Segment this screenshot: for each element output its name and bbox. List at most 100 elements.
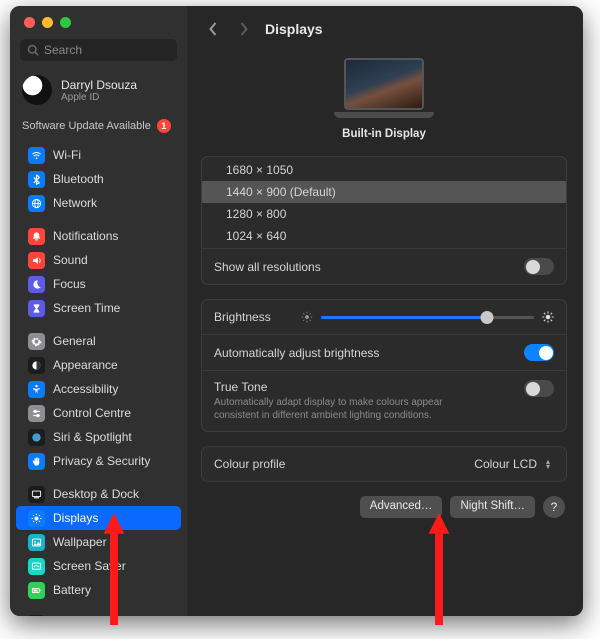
settings-window: Search Darryl Dsouza Apple ID Software U… — [10, 6, 583, 616]
account-name: Darryl Dsouza — [61, 78, 137, 92]
sidebar-item-siri-spotlight[interactable]: Siri & Spotlight — [16, 425, 181, 449]
accessibility-icon — [28, 381, 45, 398]
sidebar-item-label: Wallpaper — [53, 535, 107, 550]
sidebar-item-label: Screen Saver — [53, 559, 126, 574]
brightness-label: Brightness — [214, 310, 271, 324]
speaker-icon — [28, 252, 45, 269]
sidebar-item-screen-saver[interactable]: Screen Saver — [16, 554, 181, 578]
sidebar-item-network[interactable]: Network — [16, 191, 181, 215]
sidebar-item-appearance[interactable]: Appearance — [16, 353, 181, 377]
colour-profile-panel: Colour profile Colour LCD ▴▾ — [201, 446, 567, 482]
sidebar-item-label: Desktop & Dock — [53, 487, 139, 502]
colour-profile-label: Colour profile — [214, 457, 285, 471]
gear-icon — [28, 333, 45, 350]
resolution-option[interactable]: 1280 × 800 — [202, 203, 566, 225]
footer: Advanced… Night Shift… ? — [201, 482, 567, 518]
back-button[interactable] — [201, 17, 225, 41]
sidebar-item-wallpaper[interactable]: Wallpaper — [16, 530, 181, 554]
main-panel: Displays Built-in Display 1680 × 1050144… — [187, 6, 583, 616]
sidebar-item-label: Siri & Spotlight — [53, 430, 132, 445]
hourglass-icon — [28, 300, 45, 317]
night-shift-button[interactable]: Night Shift… — [450, 496, 535, 518]
sidebar-item-label: Network — [53, 196, 97, 211]
auto-brightness-toggle[interactable] — [524, 344, 554, 361]
sidebar-item-notifications[interactable]: Notifications — [16, 224, 181, 248]
sidebar-item-label: Lock Screen — [53, 616, 120, 617]
sliders-icon — [28, 405, 45, 422]
colour-profile-select[interactable]: Colour LCD ▴▾ — [474, 457, 554, 471]
software-update-row[interactable]: Software Update Available 1 — [10, 115, 187, 143]
bluetooth-icon — [28, 171, 45, 188]
sidebar: Search Darryl Dsouza Apple ID Software U… — [10, 6, 187, 616]
account-sub: Apple ID — [61, 92, 137, 103]
show-all-resolutions-row: Show all resolutions — [202, 248, 566, 284]
sidebar-item-label: Sound — [53, 253, 88, 268]
search-placeholder: Search — [44, 43, 82, 57]
sidebar-item-label: Screen Time — [53, 301, 120, 316]
colour-profile-value: Colour LCD — [474, 457, 537, 471]
resolution-list[interactable]: 1680 × 10501440 × 900 (Default)1280 × 80… — [202, 157, 566, 248]
sidebar-item-accessibility[interactable]: Accessibility — [16, 377, 181, 401]
laptop-icon — [334, 58, 434, 122]
sidebar-item-bluetooth[interactable]: Bluetooth — [16, 167, 181, 191]
sidebar-item-focus[interactable]: Focus — [16, 272, 181, 296]
sidebar-item-battery[interactable]: Battery — [16, 578, 181, 602]
sidebar-item-screen-time[interactable]: Screen Time — [16, 296, 181, 320]
resolution-option[interactable]: 1680 × 1050 — [202, 159, 566, 181]
titlebar: Displays — [201, 6, 567, 52]
sun-dim-icon — [301, 311, 313, 323]
bell-icon — [28, 228, 45, 245]
resolution-option[interactable]: 1024 × 640 — [202, 225, 566, 247]
sidebar-item-label: Displays — [53, 511, 98, 526]
update-badge: 1 — [157, 119, 171, 133]
search-icon — [27, 44, 39, 56]
sidebar-item-control-centre[interactable]: Control Centre — [16, 401, 181, 425]
colour-profile-row[interactable]: Colour profile Colour LCD ▴▾ — [202, 447, 566, 481]
true-tone-row: True Tone Automatically adapt display to… — [202, 370, 566, 431]
forward-button[interactable] — [231, 17, 255, 41]
show-all-toggle[interactable] — [524, 258, 554, 275]
battery-icon — [28, 582, 45, 599]
sidebar-item-label: Appearance — [53, 358, 118, 373]
appearance-icon — [28, 357, 45, 374]
brightness-slider[interactable] — [301, 311, 554, 323]
resolution-option[interactable]: 1440 × 900 (Default) — [202, 181, 566, 203]
true-tone-toggle[interactable] — [524, 380, 554, 397]
chevron-updown-icon: ▴▾ — [542, 459, 554, 469]
sidebar-item-label: Bluetooth — [53, 172, 104, 187]
window-controls — [10, 6, 187, 28]
search-input[interactable]: Search — [20, 39, 177, 61]
help-button[interactable]: ? — [543, 496, 565, 518]
close-icon[interactable] — [24, 17, 35, 28]
true-tone-label: True Tone — [214, 380, 474, 394]
page-title: Displays — [265, 21, 323, 37]
sidebar-item-general[interactable]: General — [16, 329, 181, 353]
image-icon — [28, 534, 45, 551]
account-row[interactable]: Darryl Dsouza Apple ID — [10, 69, 187, 115]
software-update-label: Software Update Available — [22, 120, 151, 132]
sidebar-item-desktop-dock[interactable]: Desktop & Dock — [16, 482, 181, 506]
sidebar-item-label: Accessibility — [53, 382, 118, 397]
sidebar-item-label: General — [53, 334, 96, 349]
brightness-row: Brightness — [202, 300, 566, 334]
minimize-icon[interactable] — [42, 17, 53, 28]
true-tone-desc: Automatically adapt display to make colo… — [214, 394, 474, 422]
sidebar-item-label: Privacy & Security — [53, 454, 150, 469]
sidebar-item-label: Battery — [53, 583, 91, 598]
sidebar-item-privacy-security[interactable]: Privacy & Security — [16, 449, 181, 473]
auto-brightness-row: Automatically adjust brightness — [202, 334, 566, 370]
wifi-icon — [28, 147, 45, 164]
screensaver-icon — [28, 558, 45, 575]
sidebar-item-lock-screen[interactable]: Lock Screen — [16, 611, 181, 616]
display-preview[interactable]: Built-in Display — [201, 58, 567, 140]
moon-icon — [28, 276, 45, 293]
sidebar-item-wi-fi[interactable]: Wi-Fi — [16, 143, 181, 167]
lock-icon — [28, 615, 45, 617]
sidebar-item-label: Focus — [53, 277, 86, 292]
sidebar-item-displays[interactable]: Displays — [16, 506, 181, 530]
sun-bright-icon — [542, 311, 554, 323]
zoom-icon[interactable] — [60, 17, 71, 28]
advanced-button[interactable]: Advanced… — [360, 496, 443, 518]
hand-icon — [28, 453, 45, 470]
sidebar-item-sound[interactable]: Sound — [16, 248, 181, 272]
